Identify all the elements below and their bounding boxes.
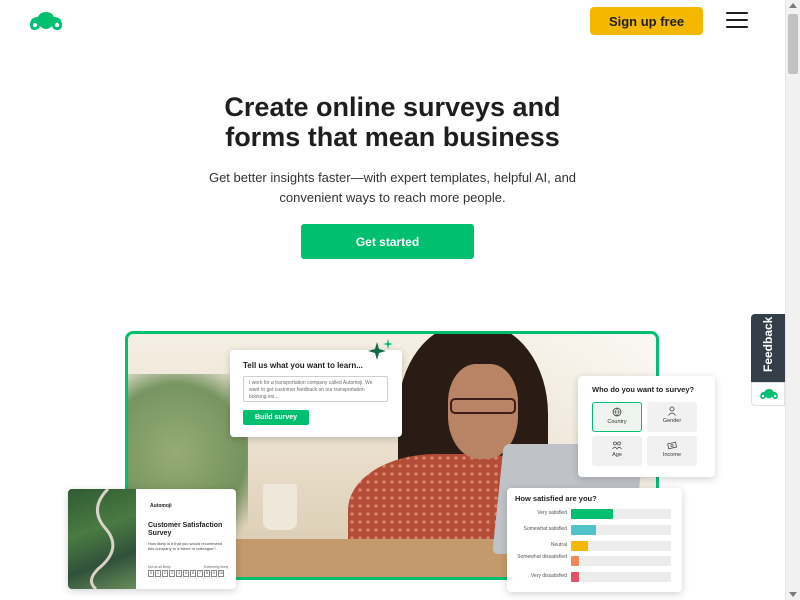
satisfaction-row: Very dissatisfied	[507, 572, 682, 582]
scale-option[interactable]: 2	[162, 570, 168, 577]
scale-option[interactable]: 1	[155, 570, 161, 577]
learn-prompt-input[interactable]: I work for a transportation company call…	[243, 376, 388, 402]
scroll-up-icon[interactable]	[789, 3, 797, 8]
option-label: Gender	[662, 418, 682, 424]
bar-fill	[571, 556, 579, 566]
scale-low-label: Not at all likely	[148, 565, 171, 569]
page: Sign up free Create online surveys and f…	[0, 0, 785, 600]
surveymonkey-logo-icon	[760, 389, 778, 399]
satisfaction-row: Neutral	[507, 541, 682, 551]
who-to-survey-card: Who do you want to survey? Country Gende…	[578, 376, 715, 477]
satisfaction-row: Very satisfied	[507, 509, 682, 519]
build-survey-button[interactable]: Build survey	[243, 410, 309, 425]
option-age[interactable]: Age	[592, 436, 642, 466]
surveymonkey-logo-icon[interactable]	[26, 9, 66, 33]
satisfaction-row: Somewhat dissatisfied	[507, 554, 682, 566]
option-label: Age	[612, 452, 622, 458]
customer-survey-card: Automoji Customer Satisfaction Survey Ho…	[68, 489, 236, 589]
hero-subtitle-line2: convenient ways to reach more people.	[279, 190, 506, 205]
coffee-cup-image	[263, 484, 297, 530]
glasses-image	[450, 398, 516, 414]
person-icon	[668, 406, 676, 416]
scale-option[interactable]: 9	[211, 570, 217, 577]
scale-option[interactable]: 7	[197, 570, 203, 577]
row-label: Somewhat satisfied	[523, 526, 567, 532]
hero-title: Create online surveys and forms that mea…	[0, 92, 785, 152]
get-started-button[interactable]: Get started	[301, 224, 474, 259]
hero-title-line2: forms that mean business	[225, 122, 560, 152]
scale-option[interactable]: 5	[183, 570, 189, 577]
feedback-label: Feedback	[761, 316, 775, 372]
scale-option[interactable]: 3	[169, 570, 175, 577]
scrollbar-thumb[interactable]	[788, 14, 798, 74]
hero-subtitle-line1: Get better insights faster—with expert t…	[208, 170, 577, 185]
customer-survey-question: How likely is it that you would recommen…	[148, 541, 223, 551]
sparkle-icon	[368, 339, 393, 360]
satisfaction-row: Somewhat satisfied	[507, 525, 682, 535]
scale-high-label: Extremely likely	[204, 565, 229, 569]
option-country[interactable]: Country	[592, 402, 642, 432]
hero-subtitle: Get better insights faster—with expert t…	[170, 168, 615, 208]
option-income[interactable]: Income	[647, 436, 697, 466]
scale-option[interactable]: 0	[148, 570, 154, 577]
option-label: Income	[662, 452, 682, 458]
hamburger-menu-icon[interactable]	[726, 12, 748, 28]
sign-up-free-button[interactable]: Sign up free	[590, 7, 703, 35]
scroll-down-icon[interactable]	[789, 592, 797, 597]
money-icon	[667, 441, 677, 450]
row-label: Neutral	[550, 542, 567, 548]
scale-option[interactable]: 6	[190, 570, 196, 577]
bar-fill	[571, 509, 613, 519]
globe-icon	[612, 407, 622, 417]
road-image	[90, 489, 115, 589]
feedback-logo[interactable]	[751, 382, 785, 406]
option-label: Country	[607, 419, 627, 425]
scale-option[interactable]: 10	[218, 570, 224, 577]
satisfaction-title: How satisfied are you?	[515, 494, 597, 503]
hero-title-line1: Create online surveys and	[224, 92, 561, 122]
row-label: Very satisfied	[537, 510, 567, 516]
row-label: Somewhat dissatisfied	[517, 554, 567, 560]
nps-scale: 0 1 2 3 4 5 6 7 8 9 10	[148, 570, 224, 577]
bar-fill	[571, 572, 579, 582]
who-to-survey-title: Who do you want to survey?	[592, 385, 695, 394]
customer-survey-title: Customer Satisfaction Survey	[148, 522, 223, 537]
satisfaction-card: How satisfied are you? Very satisfied So…	[507, 488, 682, 592]
bar-fill	[571, 541, 588, 551]
bar-fill	[571, 525, 596, 535]
tell-us-title: Tell us what you want to learn...	[243, 361, 363, 370]
scale-option[interactable]: 8	[204, 570, 210, 577]
scale-option[interactable]: 4	[176, 570, 182, 577]
option-gender[interactable]: Gender	[647, 402, 697, 432]
automoji-logo: Automoji	[150, 503, 172, 509]
feedback-tab[interactable]: Feedback	[751, 314, 785, 382]
group-icon	[612, 441, 622, 450]
vertical-scrollbar[interactable]	[785, 0, 800, 600]
row-label: Very dissatisfied	[530, 573, 567, 579]
